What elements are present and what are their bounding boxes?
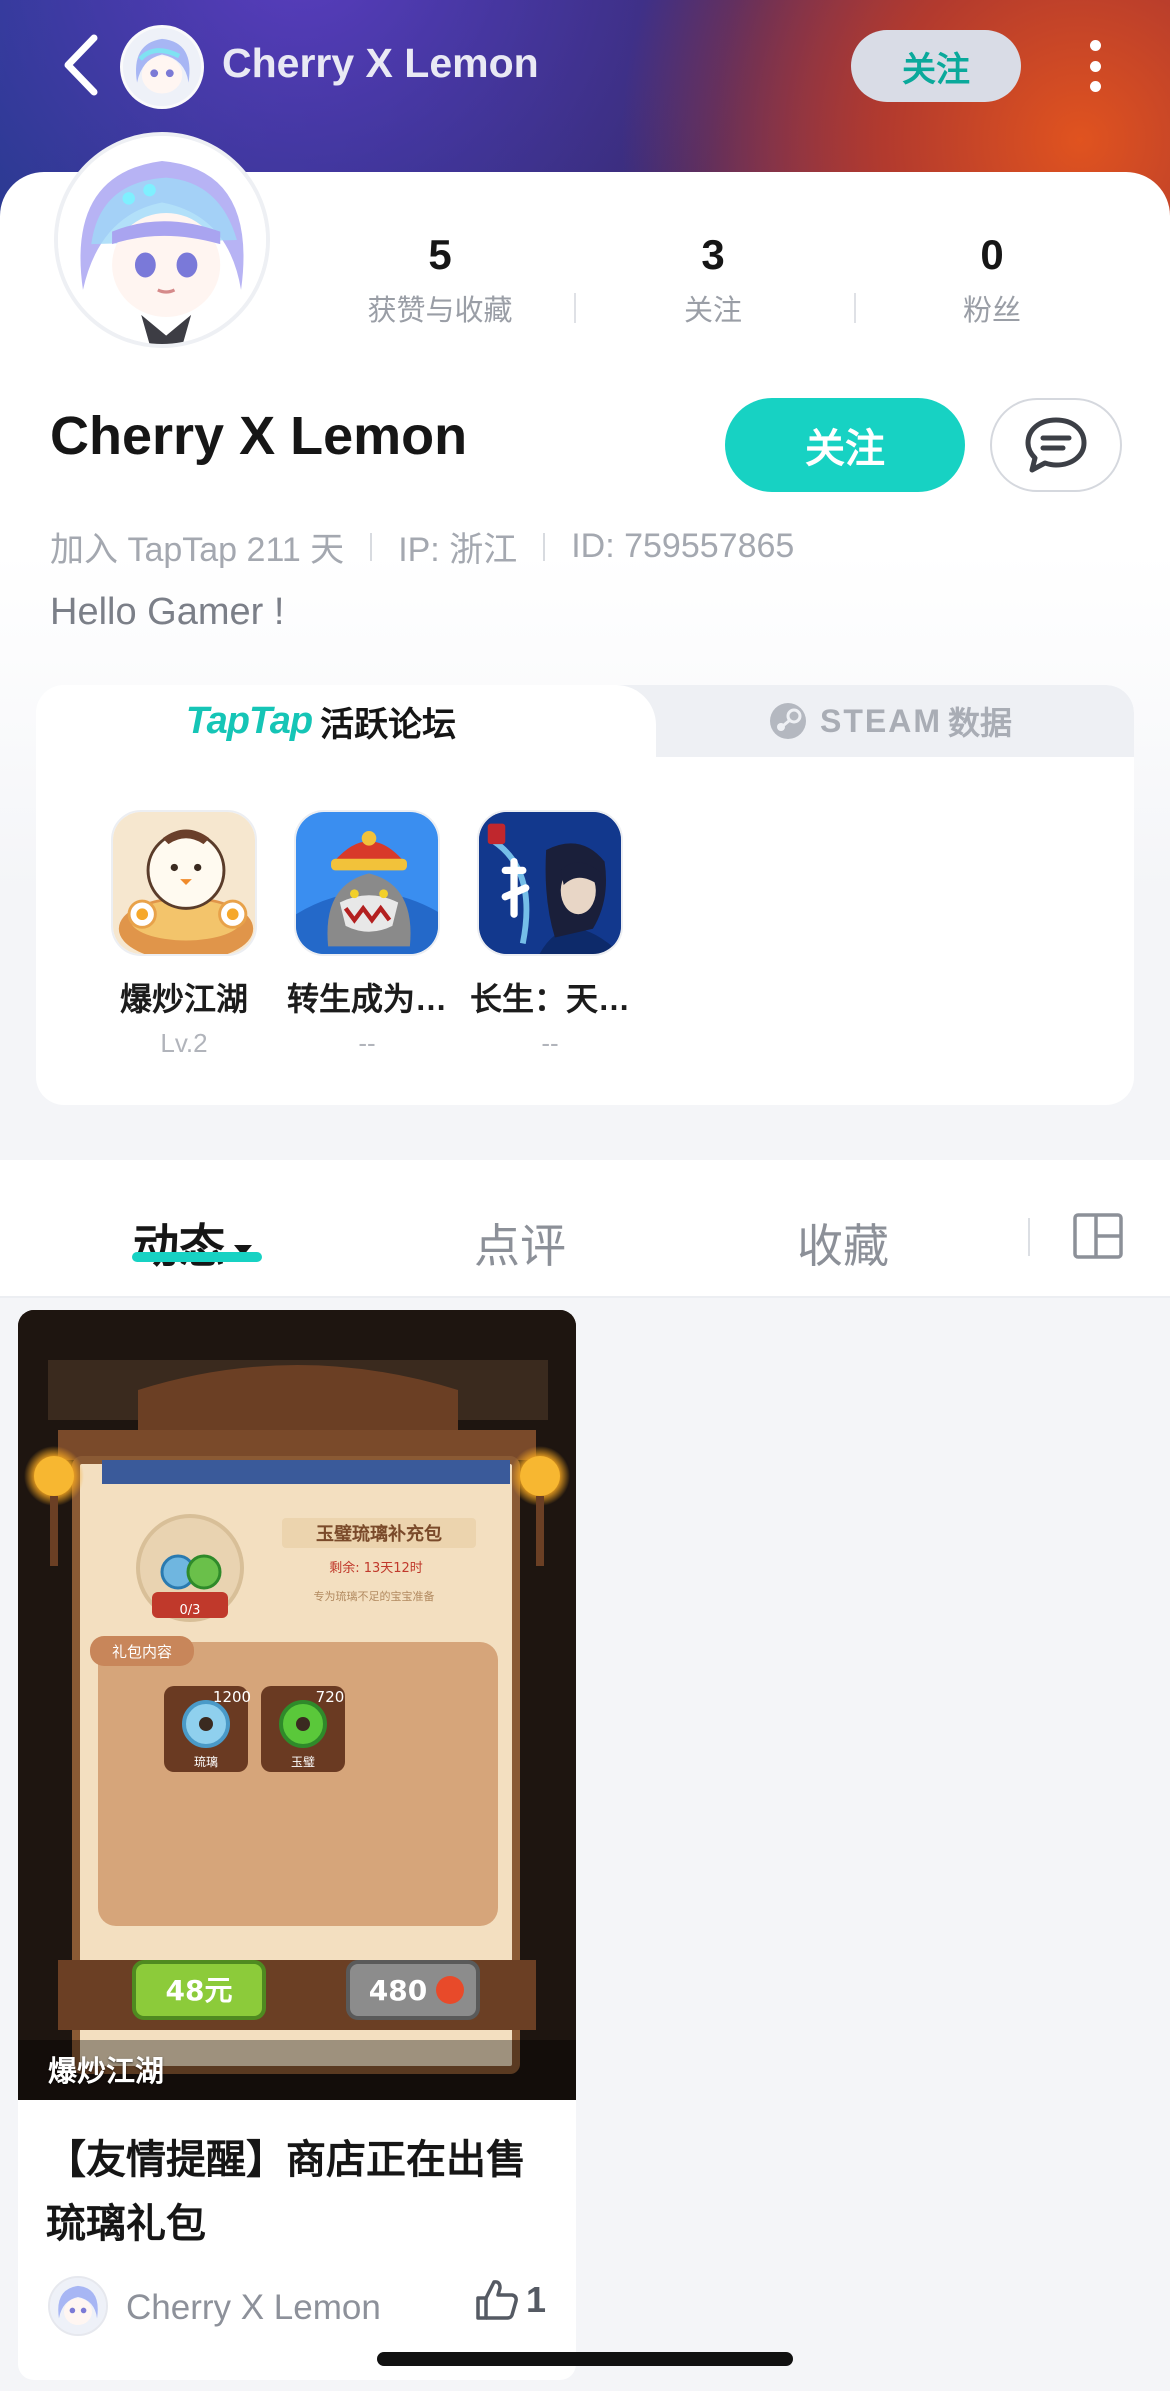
stat-likes-label: 获赞与收藏 (367, 295, 513, 327)
steam-tab-label: 数据 (947, 705, 1012, 741)
meta-divider (543, 532, 546, 561)
tab-steam-data[interactable]: STEAM 数据 (606, 685, 1134, 757)
header-follow-button[interactable]: 关注 (851, 30, 1021, 102)
game-name: 长生：天… (469, 981, 630, 1017)
more-dot-icon (1089, 40, 1101, 51)
image-item1-count: 1200 (213, 1688, 251, 1706)
thumbs-up-icon (476, 2280, 518, 2320)
chat-bubble-icon (1025, 417, 1087, 473)
game-level: -- (541, 1028, 559, 1058)
like-count: 1 (526, 2279, 547, 2320)
content-tabs: 动态 点评 收藏 (0, 1160, 1170, 1298)
stat-likes[interactable]: 5 获赞与收藏 (340, 225, 540, 329)
header-avatar[interactable] (120, 25, 204, 109)
layout-toggle-icon[interactable] (1072, 1212, 1124, 1260)
tab-active-forum[interactable]: TapTap 活跃论坛 (36, 685, 606, 757)
game-level: -- (358, 1028, 376, 1058)
image-pack-title: 玉璧琉璃补充包 (316, 1523, 442, 1545)
post-card[interactable]: 0/3 玉璧琉璃补充包 剩余: 13天12时 专为琉璃不足的宝宝准备 礼包内容 … (18, 1310, 576, 2380)
chevron-left-icon (64, 34, 98, 96)
post-author-avatar[interactable] (48, 2276, 108, 2336)
post-image[interactable]: 0/3 玉璧琉璃补充包 剩余: 13天12时 专为琉璃不足的宝宝准备 礼包内容 … (18, 1310, 576, 2100)
back-button[interactable] (50, 30, 110, 100)
taptap-logo: TapTap (185, 699, 313, 742)
image-progress-text: 0/3 (180, 1603, 201, 1618)
stat-followers-value: 0 (980, 231, 1004, 278)
tab-favorites[interactable]: 收藏 (797, 1210, 889, 1276)
more-options-button[interactable] (1075, 34, 1115, 98)
game-item[interactable]: 转生成为… -- (275, 810, 459, 1059)
game-item[interactable]: 长生：天… -- (458, 810, 642, 1059)
image-contents-label: 礼包内容 (112, 1643, 172, 1661)
post-author-name[interactable]: Cherry X Lemon (126, 2288, 381, 2328)
stat-divider (574, 293, 576, 323)
stat-followers[interactable]: 0 粉丝 (892, 225, 1092, 329)
tab-feed[interactable]: 动态 (133, 1210, 255, 1276)
image-item2-count: 720 (316, 1688, 345, 1706)
message-button[interactable] (990, 398, 1122, 492)
stat-divider (854, 293, 856, 323)
stat-following-value: 3 (701, 231, 725, 278)
active-tab-indicator (132, 1252, 262, 1262)
active-games-list: 爆炒江湖 Lv.2 转生成为… -- 长生：天… -- (36, 810, 1134, 1070)
top-bar: Cherry X Lemon 关注 (0, 0, 1170, 135)
more-dot-icon (1089, 60, 1101, 72)
forum-tab-label: 活跃论坛 (320, 705, 457, 744)
meta-divider (370, 532, 373, 561)
image-price-coin: 480 (369, 1974, 427, 2007)
image-desc: 专为琉璃不足的宝宝准备 (314, 1589, 435, 1603)
header-title: Cherry X Lemon (222, 40, 539, 86)
follow-button[interactable]: 关注 (725, 398, 965, 492)
game-icon-baochao (111, 810, 257, 956)
game-name: 爆炒江湖 (119, 981, 248, 1017)
profile-stats: 5 获赞与收藏 3 关注 0 粉丝 (340, 225, 1160, 335)
ip-location: IP: 浙江 (398, 531, 518, 569)
profile-avatar[interactable] (54, 132, 270, 348)
game-icon-zhuansheng (294, 810, 440, 956)
tab-reviews[interactable]: 点评 (474, 1210, 566, 1276)
game-item[interactable]: 爆炒江湖 Lv.2 (92, 810, 276, 1059)
steam-logo-text: STEAM (819, 702, 942, 739)
more-dot-icon (1089, 81, 1101, 92)
post-game-tag[interactable]: 爆炒江湖 (48, 2048, 164, 2090)
forum-tabs: STEAM 数据 TapTap 活跃论坛 (36, 685, 1134, 757)
like-button[interactable]: 1 (474, 2278, 546, 2322)
stat-following-label: 关注 (683, 295, 742, 327)
profile-meta: 加入 TapTap 211 天 IP: 浙江 ID: 759557865 (50, 522, 794, 571)
post-title[interactable]: 【友情提醒】商店正在出售琉璃礼包 (46, 2128, 556, 2256)
game-level: Lv.2 (160, 1028, 208, 1058)
user-id[interactable]: ID: 759557865 (571, 527, 794, 566)
join-days: 加入 TapTap 211 天 (50, 531, 345, 569)
stat-following[interactable]: 3 关注 (613, 225, 813, 329)
steam-icon (769, 703, 806, 739)
stat-followers-label: 粉丝 (962, 295, 1021, 327)
image-remaining: 剩余: 13天12时 (329, 1560, 423, 1576)
image-item1-name: 琉璃 (194, 1755, 218, 1769)
image-item2-name: 玉璧 (291, 1754, 315, 1769)
home-indicator (377, 2352, 793, 2366)
tab-feed-label: 动态 (133, 1220, 225, 1272)
forum-card: STEAM 数据 TapTap 活跃论坛 爆炒江湖 Lv.2 转生成为… -- … (36, 685, 1134, 1105)
tab-divider (1028, 1218, 1030, 1256)
game-name: 转生成为… (286, 981, 447, 1017)
stat-likes-value: 5 (428, 231, 452, 278)
profile-name: Cherry X Lemon (50, 406, 468, 466)
image-price-rmb: 48元 (166, 1974, 233, 2007)
profile-bio: Hello Gamer ! (50, 591, 285, 633)
game-icon-changsheng (477, 810, 623, 956)
